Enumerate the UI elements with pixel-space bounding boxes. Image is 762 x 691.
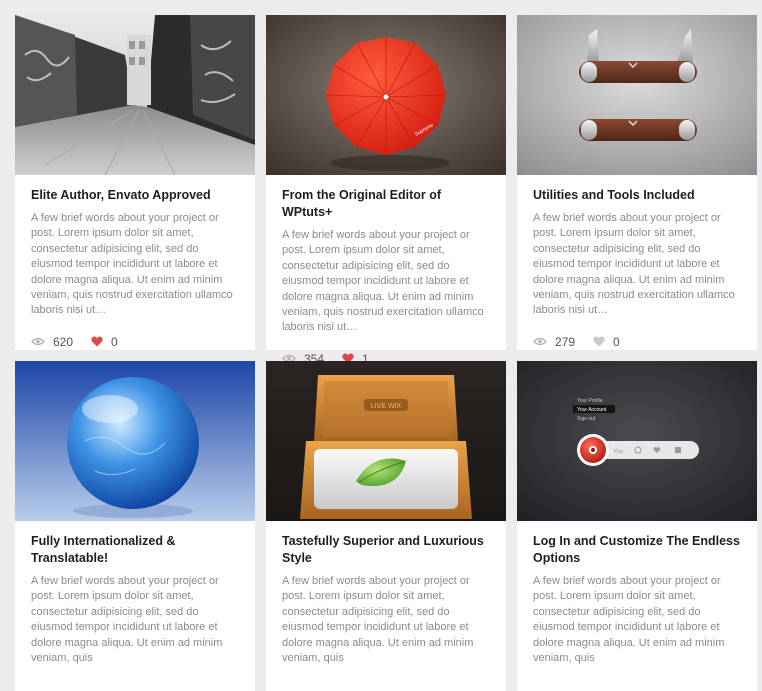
card-title[interactable]: From the Original Editor of WPtuts+ — [282, 187, 490, 221]
card-excerpt: A few brief words about your project or … — [31, 575, 223, 665]
view-count-value: 620 — [53, 334, 74, 349]
eye-icon — [31, 338, 45, 346]
card-thumbnail-umbrella[interactable]: Supreme — [266, 15, 506, 175]
portfolio-card: Elite Author, Envato Approved A few brie… — [15, 15, 255, 350]
portfolio-card: Supreme From the Original Editor of WPtu… — [266, 15, 506, 366]
like-button[interactable]: 0 — [593, 335, 620, 349]
menu-item-profile: Your Profile — [577, 398, 603, 404]
umbrella-image: Supreme — [266, 15, 506, 175]
pocket-knives-image — [517, 15, 757, 175]
card-excerpt: A few brief words about your project or … — [31, 212, 233, 317]
card-thumbnail-alley[interactable] — [15, 15, 255, 175]
card-title[interactable]: Tastefully Superior and Luxurious Style — [282, 533, 490, 567]
box-plate-text: LIVE WIX — [371, 403, 402, 410]
card-thumbnail-globe[interactable] — [15, 361, 255, 521]
card-title[interactable]: Log In and Customize The Endless Options — [533, 533, 741, 567]
heart-icon — [91, 336, 103, 347]
card-excerpt: A few brief words about your project or … — [282, 575, 474, 665]
alley-graffiti-image — [15, 15, 255, 175]
card-meta: 620 0 — [31, 335, 239, 349]
view-count: 279 — [533, 335, 575, 349]
heart-icon — [593, 336, 605, 347]
leaf-box-image: LIVE WIX — [266, 361, 506, 521]
card-excerpt: A few brief words about your project or … — [533, 212, 735, 317]
card-meta: 279 0 — [533, 335, 741, 349]
card-title[interactable]: Elite Author, Envato Approved — [31, 187, 239, 204]
portfolio-grid: Elite Author, Envato Approved A few brie… — [15, 15, 757, 691]
card-excerpt: A few brief words about your project or … — [533, 575, 725, 665]
eye-icon — [533, 338, 547, 346]
login-menu-image: Your Profile Your Account Sign out You — [517, 361, 757, 521]
card-thumbnail-knives[interactable] — [517, 15, 757, 175]
card-excerpt: A few brief words about your project or … — [282, 229, 484, 334]
like-button[interactable]: 0 — [91, 335, 118, 349]
like-count-value: 0 — [613, 334, 620, 349]
view-count-value: 279 — [555, 334, 576, 349]
portfolio-card: Fully Internationalized & Translatable! … — [15, 361, 255, 691]
menu-item-account: Your Account — [577, 407, 607, 413]
like-count-value: 0 — [111, 334, 118, 349]
menu-item-signout: Sign out — [577, 416, 596, 422]
card-thumbnail-login[interactable]: Your Profile Your Account Sign out You — [517, 361, 757, 521]
portfolio-card: Your Profile Your Account Sign out You L… — [517, 361, 757, 691]
card-title[interactable]: Utilities and Tools Included — [533, 187, 741, 204]
portfolio-card: Utilities and Tools Included A few brief… — [517, 15, 757, 350]
card-title[interactable]: Fully Internationalized & Translatable! — [31, 533, 239, 567]
view-count: 620 — [31, 335, 73, 349]
portfolio-card: LIVE WIX Tastefully Superior and Luxurio… — [266, 361, 506, 691]
glass-sphere-image — [15, 361, 255, 521]
card-thumbnail-box[interactable]: LIVE WIX — [266, 361, 506, 521]
menu-bar-label: You — [613, 449, 623, 455]
